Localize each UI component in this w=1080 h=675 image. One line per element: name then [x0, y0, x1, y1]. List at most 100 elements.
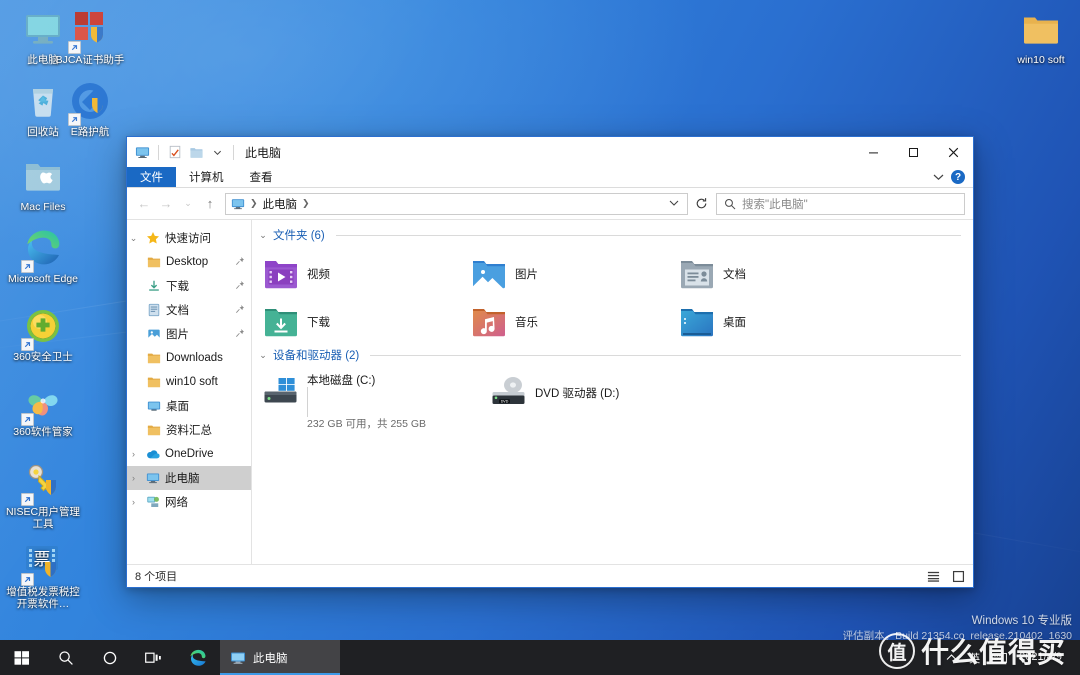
large-icons-view-icon[interactable] — [950, 568, 966, 584]
sidebar-item-this-pc[interactable]: › 此电脑 — [127, 466, 251, 490]
desktop-icon[interactable]: E路护航 — [52, 80, 128, 138]
ribbon-tab[interactable]: 查看 — [237, 167, 286, 187]
desktop-icon[interactable]: win10 soft — [1003, 8, 1079, 66]
up-button[interactable]: ↑ — [199, 193, 221, 215]
expand-twisty-icon[interactable]: › — [127, 473, 140, 483]
desktop-icon[interactable]: 360软件管家 — [5, 380, 81, 438]
quick-access-toolbar[interactable] — [134, 144, 237, 160]
taskbar-edge-icon[interactable] — [176, 640, 220, 675]
search-box[interactable]: 搜索"此电脑" — [716, 192, 965, 215]
breadcrumb-this-pc[interactable]: 此电脑 — [263, 196, 298, 212]
expand-twisty-icon[interactable]: › — [127, 449, 140, 459]
expand-twisty-icon[interactable]: ⌄ — [127, 233, 140, 244]
customize-dropdown-icon[interactable] — [209, 144, 225, 160]
tax-invoice-icon: 票 — [21, 546, 64, 586]
folder-item[interactable]: 下载 — [258, 298, 466, 346]
search-icon[interactable] — [44, 640, 88, 675]
content-pane[interactable]: ⌄ 文件夹 (6) 视频 图片 文档 下载 音乐 桌面 ⌄ 设备和驱动器 (2)… — [252, 220, 973, 564]
breadcrumb-chevron-2[interactable]: ❯ — [300, 198, 312, 209]
chevron-down-icon[interactable] — [933, 173, 944, 181]
minimize-button[interactable] — [853, 137, 893, 167]
file-explorer-window[interactable]: 此电脑 文件 计算机 查看 ? ← → ⌄ ↑ ❯ 此电脑 ❯ 搜索"此电脑" … — [126, 136, 974, 588]
task-view-icon[interactable] — [132, 640, 176, 675]
clock[interactable]: 2021/4/9 — [1013, 652, 1071, 663]
drive-item[interactable]: DVD DVD 驱动器 (D:) — [486, 368, 714, 414]
ime-indicator[interactable]: 英 — [963, 640, 986, 675]
sidebar-item-folder[interactable]: Downloads — [127, 346, 251, 370]
group-header[interactable]: ⌄ 文件夹 (6) — [252, 226, 973, 244]
documents-icon — [146, 303, 161, 317]
folder-yellow-icon — [1020, 17, 1062, 53]
sidebar-item-star[interactable]: ⌄ 快速访问 — [127, 226, 251, 250]
item-label: 下载 — [307, 317, 330, 329]
folder-item[interactable]: 视频 — [258, 250, 466, 298]
search-icon — [724, 198, 736, 210]
refresh-button[interactable] — [690, 193, 712, 215]
maximize-button[interactable] — [893, 137, 933, 167]
taskbar-item-this-pc[interactable]: 此电脑 — [220, 640, 340, 675]
pin-icon[interactable] — [235, 328, 245, 341]
window-controls[interactable] — [853, 137, 973, 167]
back-button[interactable]: ← — [133, 193, 155, 215]
properties-icon[interactable] — [167, 144, 183, 160]
folder-item[interactable]: 音乐 — [466, 298, 674, 346]
sidebar-item-folder[interactable]: Desktop — [127, 250, 251, 274]
sidebar-item-desktop[interactable]: 桌面 — [127, 394, 251, 418]
desktop-icon[interactable]: NISEC用户管理工具 — [5, 460, 81, 531]
search-placeholder: 搜索"此电脑" — [742, 198, 808, 211]
drive-item[interactable]: 本地磁盘 (C:) 232 GB 可用，共 255 GB — [258, 368, 486, 430]
desktop-icon[interactable]: 票 增值税发票税控开票软件… — [5, 540, 81, 611]
sidebar-item-onedrive[interactable]: › OneDrive — [127, 442, 251, 466]
breadcrumb[interactable]: ❯ 此电脑 ❯ — [231, 196, 312, 212]
address-bar[interactable]: ← → ⌄ ↑ ❯ 此电脑 ❯ 搜索"此电脑" — [127, 188, 973, 219]
help-icon[interactable]: ? — [951, 170, 965, 184]
sidebar-item-folder[interactable]: win10 soft — [127, 370, 251, 394]
desktop-icon[interactable]: Microsoft Edge — [5, 227, 81, 285]
breadcrumb-dropdown-icon[interactable] — [665, 199, 683, 209]
ribbon-tab[interactable]: 文件 — [127, 167, 176, 187]
ribbon-tabs[interactable]: 文件 计算机 查看 ? — [127, 167, 973, 188]
group-collapse-icon[interactable]: ⌄ — [258, 350, 268, 361]
folder-item[interactable]: 图片 — [466, 250, 674, 298]
pin-icon[interactable] — [235, 280, 245, 293]
show-desktop-button[interactable] — [1071, 640, 1076, 675]
shortcut-arrow-icon — [21, 493, 34, 506]
ribbon-tab[interactable]: 计算机 — [176, 167, 237, 187]
title-bar[interactable]: 此电脑 — [127, 137, 973, 167]
folder-item[interactable]: 文档 — [674, 250, 882, 298]
sidebar-item-documents[interactable]: 文档 — [127, 298, 251, 322]
details-view-icon[interactable] — [925, 568, 941, 584]
desktop-icon[interactable]: 360安全卫士 — [5, 305, 81, 363]
desktop-icon-label: E路护航 — [70, 125, 110, 138]
close-button[interactable] — [933, 137, 973, 167]
recent-locations-button[interactable]: ⌄ — [177, 193, 199, 215]
group-collapse-icon[interactable]: ⌄ — [258, 230, 268, 241]
sidebar-item-network[interactable]: › 网络 — [127, 490, 251, 514]
taskbar-item-label: 此电脑 — [253, 652, 288, 665]
expand-twisty-icon[interactable]: › — [127, 497, 140, 507]
sidebar-item-pictures[interactable]: 图片 — [127, 322, 251, 346]
sidebar-item-downloads[interactable]: 下载 — [127, 274, 251, 298]
view-mode-buttons[interactable] — [925, 568, 966, 584]
drive-label: DVD 驱动器 (D:) — [535, 388, 620, 400]
forward-button[interactable]: → — [155, 193, 177, 215]
item-label: 图片 — [515, 269, 538, 281]
pin-icon[interactable] — [235, 304, 245, 317]
desktop-icon[interactable]: Mac Files — [5, 155, 81, 213]
ribbon-right-controls[interactable]: ? — [933, 167, 973, 187]
group-header[interactable]: ⌄ 设备和驱动器 (2) — [252, 346, 973, 364]
breadcrumb-bar[interactable]: ❯ 此电脑 ❯ — [225, 192, 688, 215]
start-button[interactable] — [0, 640, 44, 675]
pin-icon[interactable] — [235, 256, 245, 269]
taskbar[interactable]: 此电脑 英 2021/4/9 — [0, 640, 1080, 675]
desktop-icon[interactable]: BJCA证书助手 — [52, 8, 128, 66]
cortana-icon[interactable] — [88, 640, 132, 675]
tray-overflow-icon[interactable] — [940, 640, 963, 675]
sidebar-item-label: 文档 — [166, 305, 189, 317]
new-folder-icon[interactable] — [188, 144, 204, 160]
navigation-pane[interactable]: ⌄ 快速访问 Desktop 下载 文档 图片 Downloads win10 sof… — [127, 220, 252, 564]
sidebar-item-folder[interactable]: 资料汇总 — [127, 418, 251, 442]
system-tray[interactable]: 英 2021/4/9 — [940, 640, 1080, 675]
folder-item[interactable]: 桌面 — [674, 298, 882, 346]
keyboard-icon[interactable] — [986, 640, 1013, 675]
